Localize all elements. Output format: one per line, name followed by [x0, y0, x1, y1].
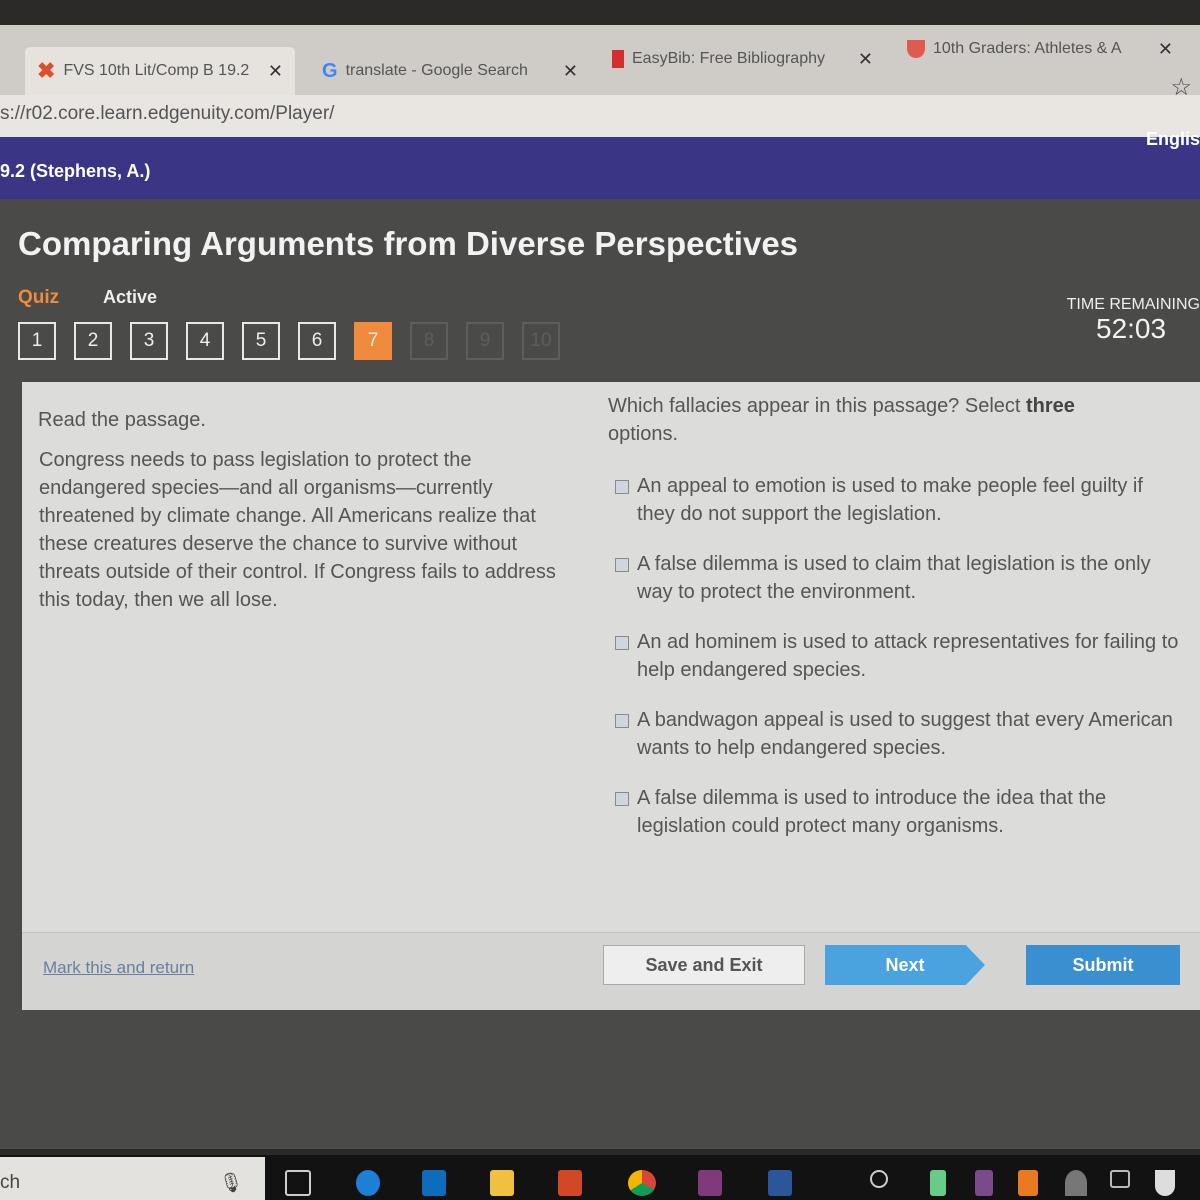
course-header: 9.2 (Stephens, A.) Englis [0, 129, 1200, 199]
save-and-exit-button[interactable]: Save and Exit [603, 945, 805, 985]
checkbox[interactable] [615, 558, 629, 572]
network-icon[interactable] [1110, 1170, 1130, 1188]
people-icon[interactable] [870, 1170, 888, 1188]
close-tab-icon[interactable]: ✕ [1158, 39, 1173, 60]
chrome-icon[interactable] [628, 1170, 656, 1196]
checkbox[interactable] [615, 480, 629, 494]
language-link[interactable]: Englis [1146, 129, 1200, 150]
activity-status: Active [103, 287, 158, 307]
question-9-button: 9 [466, 322, 504, 360]
tab-easybib[interactable]: EasyBib: Free Bibliography ✕ [600, 35, 885, 83]
passage-text: Congress needs to pass legislation to pr… [39, 449, 556, 611]
outlook-icon[interactable] [422, 1170, 446, 1196]
taskbar-search[interactable]: ch 🎙 [0, 1157, 265, 1200]
onedrive-icon[interactable] [1065, 1170, 1087, 1196]
word-icon[interactable] [768, 1170, 792, 1196]
tab-athletes[interactable]: 10th Graders: Athletes & A ✕ [895, 25, 1185, 73]
next-button[interactable]: Next [825, 945, 985, 985]
tray-app-icon[interactable] [975, 1170, 993, 1196]
question-5-button[interactable]: 5 [242, 322, 280, 360]
question-8-button: 8 [410, 322, 448, 360]
question-4-button[interactable]: 4 [186, 322, 224, 360]
answer-option[interactable]: An appeal to emotion is used to make peo… [615, 472, 1185, 528]
powerpoint-icon[interactable] [558, 1170, 582, 1196]
submit-button[interactable]: Submit [1026, 945, 1180, 985]
tab-fvs[interactable]: ✖ FVS 10th Lit/Comp B 19.2 ( ✕ [25, 47, 295, 95]
checkbox[interactable] [615, 792, 629, 806]
checkbox[interactable] [615, 714, 629, 728]
question-1-button[interactable]: 1 [18, 322, 56, 360]
tray-app-icon[interactable] [930, 1170, 946, 1196]
onenote-icon[interactable] [698, 1170, 722, 1196]
checkbox[interactable] [615, 636, 629, 650]
tab-bar: ✖ FVS 10th Lit/Comp B 19.2 ( ✕ G transla… [0, 25, 1200, 95]
time-label: TIME REMAINING [1066, 296, 1200, 313]
answer-option[interactable]: A bandwagon appeal is used to suggest th… [615, 706, 1185, 762]
question-6-button[interactable]: 6 [298, 322, 336, 360]
close-tab-icon[interactable]: ✕ [268, 61, 283, 82]
task-view-icon[interactable] [285, 1170, 311, 1196]
answer-option[interactable]: A false dilemma is used to claim that le… [615, 550, 1185, 606]
question-10-button: 10 [522, 322, 560, 360]
page-title: Comparing Arguments from Diverse Perspec… [18, 225, 799, 262]
easybib-icon [612, 50, 624, 68]
answer-option[interactable]: An ad hominem is used to attack represen… [615, 628, 1185, 684]
answer-option[interactable]: A false dilemma is used to introduce the… [615, 784, 1185, 840]
defender-shield-icon[interactable] [1155, 1170, 1175, 1196]
close-tab-icon[interactable]: ✕ [858, 49, 873, 70]
shield-icon [907, 40, 925, 58]
mark-and-return-link[interactable]: Mark this and return [43, 958, 194, 978]
tray-app-icon[interactable] [1018, 1170, 1038, 1196]
passage-instruction: Read the passage. [38, 409, 206, 431]
microphone-icon[interactable]: 🎙 [219, 1171, 243, 1195]
file-explorer-icon[interactable] [490, 1170, 514, 1196]
close-tab-icon[interactable]: ✕ [563, 61, 578, 82]
question-2-button[interactable]: 2 [74, 322, 112, 360]
edge-icon[interactable] [356, 1170, 380, 1196]
activity-type: Quiz [18, 287, 60, 308]
address-bar[interactable]: s://r02.core.learn.edgenuity.com/Player/… [0, 74, 1200, 137]
question-3-button[interactable]: 3 [130, 322, 168, 360]
bookmark-star-icon[interactable]: ☆ [1170, 73, 1192, 102]
edgenuity-x-icon: ✖ [37, 58, 56, 83]
time-remaining: 52:03 [1096, 313, 1167, 344]
google-g-icon: G [322, 59, 338, 82]
tab-google[interactable]: G translate - Google Search ✕ [310, 47, 590, 95]
question-prompt: Which fallacies appear in this passage? … [608, 395, 1075, 445]
question-7-button[interactable]: 7 [354, 322, 392, 360]
